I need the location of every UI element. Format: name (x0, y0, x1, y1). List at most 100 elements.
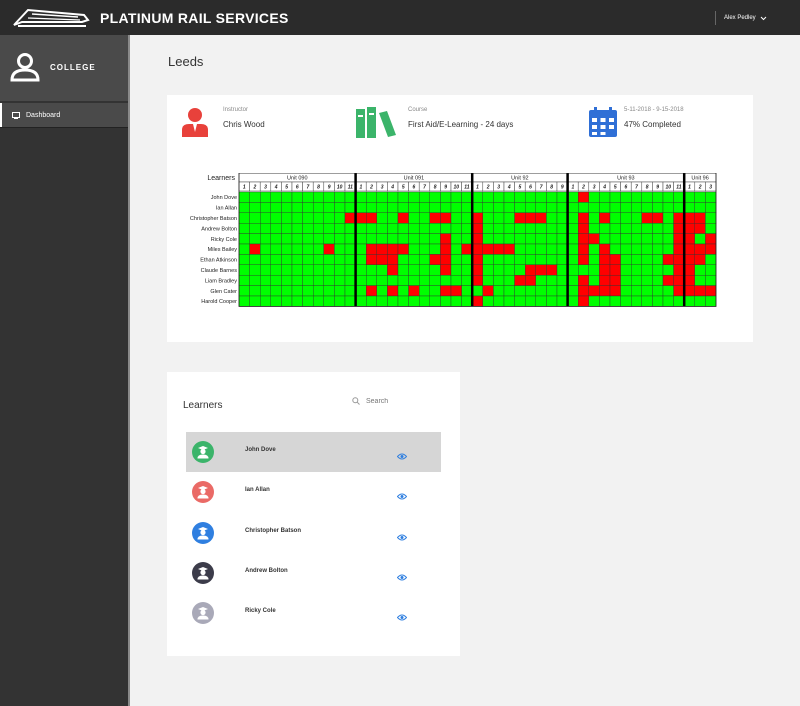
cell-complete[interactable] (238, 285, 250, 297)
cell-complete[interactable] (588, 254, 600, 266)
cell-complete[interactable] (334, 295, 346, 307)
cell-complete[interactable] (408, 243, 420, 255)
cell-complete[interactable] (535, 191, 547, 203)
cell-complete[interactable] (567, 223, 579, 234)
cell-complete[interactable] (344, 274, 356, 286)
cell-missed[interactable] (429, 212, 441, 224)
cell-complete[interactable] (514, 295, 526, 307)
cell-complete[interactable] (514, 285, 526, 297)
cell-complete[interactable] (525, 191, 537, 203)
cell-complete[interactable] (556, 274, 568, 286)
cell-complete[interactable] (344, 264, 356, 276)
cell-complete[interactable] (323, 233, 335, 245)
sidebar-item-dashboard[interactable]: Dashboard (0, 103, 128, 127)
cell-complete[interactable] (705, 264, 717, 276)
cell-complete[interactable] (238, 202, 250, 213)
cell-complete[interactable] (705, 202, 717, 213)
cell-complete[interactable] (652, 254, 664, 266)
cell-missed[interactable] (440, 254, 452, 266)
cell-complete[interactable] (355, 243, 367, 255)
cell-missed[interactable] (546, 264, 558, 276)
cell-complete[interactable] (291, 223, 303, 234)
cell-complete[interactable] (270, 233, 282, 245)
cell-complete[interactable] (525, 295, 537, 307)
cell-complete[interactable] (461, 202, 473, 213)
learner-list-item[interactable]: Andrew Bolton (186, 553, 441, 593)
cell-complete[interactable] (408, 223, 420, 234)
cell-complete[interactable] (631, 212, 643, 224)
cell-complete[interactable] (567, 191, 579, 203)
cell-complete[interactable] (641, 285, 653, 297)
cell-complete[interactable] (503, 202, 515, 213)
cell-complete[interactable] (291, 274, 303, 286)
cell-complete[interactable] (334, 223, 346, 234)
cell-complete[interactable] (567, 274, 579, 286)
cell-complete[interactable] (503, 254, 515, 266)
cell-complete[interactable] (620, 285, 632, 297)
cell-complete[interactable] (631, 254, 643, 266)
cell-missed[interactable] (249, 243, 261, 255)
cell-complete[interactable] (662, 285, 674, 297)
cell-complete[interactable] (705, 191, 717, 203)
cell-missed[interactable] (525, 212, 537, 224)
cell-missed[interactable] (472, 223, 484, 234)
cell-complete[interactable] (259, 212, 271, 224)
cell-complete[interactable] (556, 243, 568, 255)
cell-complete[interactable] (355, 191, 367, 203)
cell-missed[interactable] (344, 212, 356, 224)
cell-complete[interactable] (334, 233, 346, 245)
cell-complete[interactable] (631, 233, 643, 245)
cell-complete[interactable] (641, 295, 653, 307)
cell-complete[interactable] (334, 285, 346, 297)
cell-complete[interactable] (334, 212, 346, 224)
cell-complete[interactable] (249, 254, 261, 266)
cell-complete[interactable] (620, 233, 632, 245)
cell-missed[interactable] (429, 254, 441, 266)
cell-complete[interactable] (620, 202, 632, 213)
cell-complete[interactable] (344, 295, 356, 307)
cell-missed[interactable] (673, 243, 685, 255)
cell-complete[interactable] (270, 202, 282, 213)
cell-complete[interactable] (546, 212, 558, 224)
cell-missed[interactable] (482, 243, 494, 255)
cell-complete[interactable] (620, 243, 632, 255)
cell-complete[interactable] (291, 202, 303, 213)
cell-complete[interactable] (620, 254, 632, 266)
cell-missed[interactable] (578, 285, 590, 297)
cell-complete[interactable] (493, 223, 505, 234)
cell-complete[interactable] (684, 202, 696, 213)
cell-missed[interactable] (535, 212, 547, 224)
cell-missed[interactable] (599, 274, 611, 286)
cell-complete[interactable] (514, 233, 526, 245)
cell-complete[interactable] (609, 295, 621, 307)
cell-complete[interactable] (408, 191, 420, 203)
cell-complete[interactable] (312, 295, 324, 307)
cell-complete[interactable] (323, 264, 335, 276)
cell-missed[interactable] (461, 243, 473, 255)
cell-missed[interactable] (684, 243, 696, 255)
cell-complete[interactable] (302, 202, 314, 213)
cell-complete[interactable] (514, 243, 526, 255)
cell-complete[interactable] (525, 285, 537, 297)
cell-complete[interactable] (429, 264, 441, 276)
cell-complete[interactable] (281, 243, 293, 255)
cell-missed[interactable] (503, 243, 515, 255)
cell-complete[interactable] (673, 191, 685, 203)
cell-missed[interactable] (673, 254, 685, 266)
cell-missed[interactable] (673, 233, 685, 245)
cell-missed[interactable] (684, 254, 696, 266)
cell-complete[interactable] (429, 223, 441, 234)
cell-complete[interactable] (620, 191, 632, 203)
cell-missed[interactable] (514, 212, 526, 224)
cell-missed[interactable] (387, 264, 399, 276)
cell-complete[interactable] (652, 223, 664, 234)
cell-complete[interactable] (514, 254, 526, 266)
cell-complete[interactable] (578, 202, 590, 213)
learner-list-item[interactable]: Christopher Batson (186, 513, 441, 553)
cell-complete[interactable] (599, 202, 611, 213)
cell-missed[interactable] (662, 274, 674, 286)
cell-complete[interactable] (249, 295, 261, 307)
cell-complete[interactable] (609, 212, 621, 224)
cell-complete[interactable] (270, 254, 282, 266)
cell-complete[interactable] (397, 254, 409, 266)
